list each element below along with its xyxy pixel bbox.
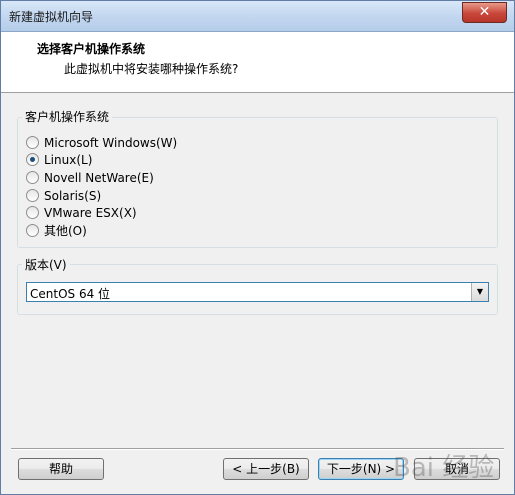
radio-label: Solaris(S)	[44, 188, 102, 203]
back-button[interactable]: < 上一步(B)	[223, 458, 309, 480]
radio-button[interactable]	[26, 171, 39, 184]
watermark: Bai 经验	[393, 453, 495, 483]
close-icon: ✕	[478, 4, 491, 20]
help-button[interactable]: 帮助	[18, 458, 104, 480]
page-subtitle: 此虚拟机中将安装哪种操作系统?	[64, 62, 239, 76]
radio-other[interactable]: 其他(O)	[26, 222, 87, 239]
radio-label: Novell NetWare(E)	[44, 170, 154, 185]
radio-button[interactable]	[26, 206, 39, 219]
radio-label: VMware ESX(X)	[44, 205, 137, 220]
next-button[interactable]: 下一步(N) >	[318, 458, 404, 480]
version-select-value: CentOS 64 位	[30, 287, 111, 301]
wizard-window: 新建虚拟机向导 ✕ 选择客户机操作系统 此虚拟机中将安装哪种操作系统? 客户机操…	[0, 0, 515, 495]
close-button[interactable]: ✕	[462, 2, 507, 23]
radio-linux[interactable]: Linux(L)	[26, 151, 92, 168]
radio-solaris[interactable]: Solaris(S)	[26, 187, 101, 204]
os-group-label: 客户机操作系统	[22, 108, 113, 125]
version-select[interactable]: CentOS 64 位 ▼	[26, 282, 489, 302]
page-title: 选择客户机操作系统	[37, 42, 146, 56]
radio-button[interactable]	[26, 136, 39, 149]
chevron-down-icon[interactable]: ▼	[471, 283, 488, 301]
help-button-label: 帮助	[48, 462, 73, 476]
version-group-label: 版本(V)	[22, 256, 70, 273]
radio-esx[interactable]: VMware ESX(X)	[26, 204, 137, 221]
radio-button[interactable]	[26, 153, 39, 166]
radio-windows[interactable]: Microsoft Windows(W)	[26, 134, 177, 151]
radio-button[interactable]	[26, 189, 39, 202]
title-bar[interactable]: 新建虚拟机向导 ✕	[1, 1, 514, 32]
radio-netware[interactable]: Novell NetWare(E)	[26, 169, 154, 186]
next-button-label: 下一步(N) >	[326, 462, 396, 476]
radio-label: 其他(O)	[44, 224, 87, 238]
radio-label: Microsoft Windows(W)	[44, 135, 178, 150]
back-button-label: < 上一步(B)	[232, 462, 300, 476]
window-title: 新建虚拟机向导	[9, 10, 94, 24]
radio-button[interactable]	[26, 224, 39, 237]
wizard-header: 选择客户机操作系统 此虚拟机中将安装哪种操作系统?	[1, 32, 514, 93]
radio-label: Linux(L)	[44, 152, 93, 167]
